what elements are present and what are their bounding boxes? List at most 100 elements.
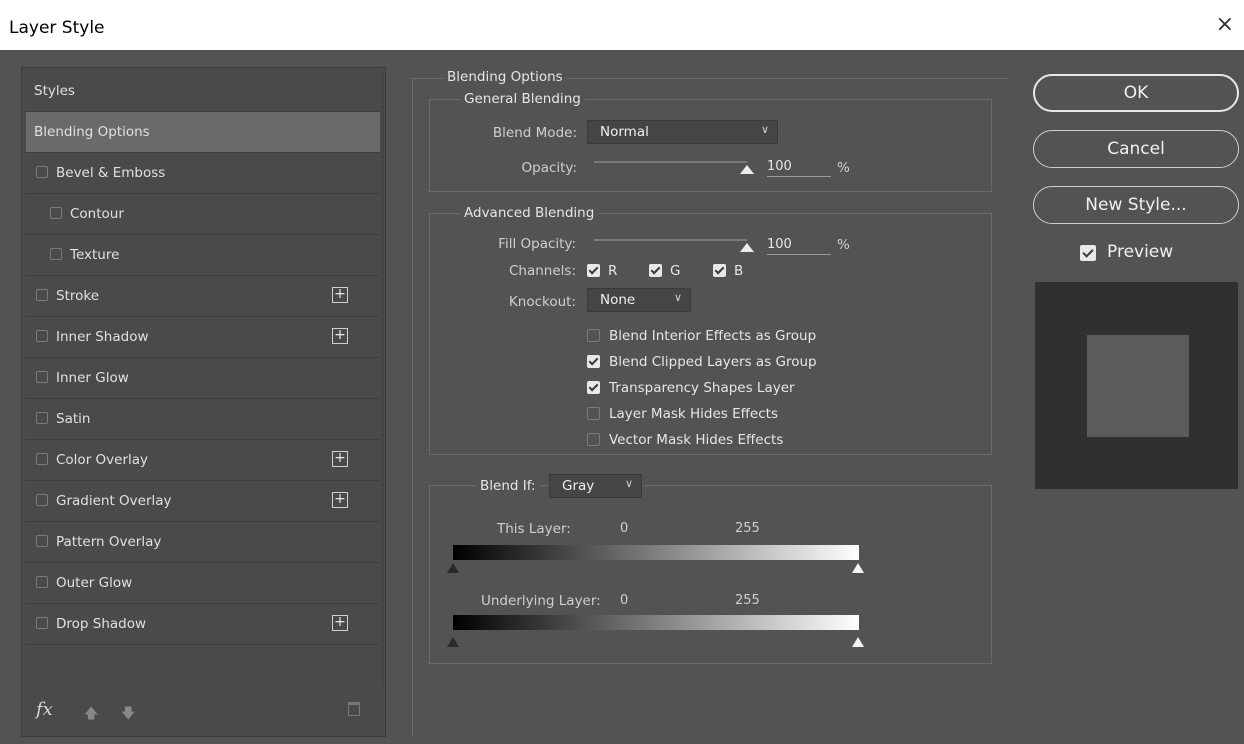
this-layer-black-stop[interactable]: [447, 563, 459, 573]
sidebar-item-drop-shadow[interactable]: Drop Shadow +: [26, 604, 380, 645]
sidebar-item-label: Color Overlay: [56, 452, 149, 468]
sidebar-item-satin[interactable]: Satin: [26, 399, 380, 440]
add-effect-icon[interactable]: +: [332, 615, 348, 631]
close-icon[interactable]: ×: [1216, 14, 1234, 36]
fill-opacity-input[interactable]: 100: [767, 237, 831, 255]
preview-swatch: [1087, 335, 1189, 437]
sidebar-item-checkbox[interactable]: [36, 166, 48, 178]
underlying-layer-gradient: [453, 615, 859, 630]
sidebar-item-label: Bevel & Emboss: [56, 165, 166, 181]
option-checkbox[interactable]: [587, 381, 600, 394]
sidebar-item-checkbox[interactable]: [36, 371, 48, 383]
channel-r-checkbox[interactable]: [587, 264, 600, 277]
opacity-input[interactable]: 100: [767, 159, 831, 177]
dialog-title: Layer Style: [9, 18, 105, 38]
underlying-layer-white-stop[interactable]: [852, 637, 864, 647]
sidebar-item-gradient-overlay[interactable]: Gradient Overlay +: [26, 481, 380, 522]
this-layer-low: 0: [620, 521, 629, 536]
blend-if-select[interactable]: Gray ∨: [549, 474, 642, 498]
sidebar-item-label: Styles: [34, 83, 75, 99]
channel-g-label: G: [670, 263, 681, 279]
opacity-slider-thumb[interactable]: [740, 165, 754, 174]
sidebar-item-styles[interactable]: Styles: [26, 71, 380, 112]
sidebar-item-label: Satin: [56, 411, 91, 427]
add-effect-icon[interactable]: +: [332, 328, 348, 344]
channel-b-label: B: [734, 263, 744, 279]
styles-footer: fx 🡅 🡇: [22, 688, 385, 736]
sidebar-item-checkbox[interactable]: [36, 289, 48, 301]
fx-icon[interactable]: fx: [36, 699, 53, 720]
fill-opacity-label: Fill Opacity:: [498, 236, 576, 252]
option-label: Transparency Shapes Layer: [609, 380, 795, 396]
sidebar-item-contour[interactable]: Contour: [26, 194, 380, 235]
sidebar-item-inner-glow[interactable]: Inner Glow: [26, 358, 380, 399]
knockout-select[interactable]: None ∨: [587, 288, 691, 312]
blend-mode-select[interactable]: Normal ∨: [587, 120, 778, 144]
chevron-down-icon: ∨: [760, 123, 769, 136]
sidebar-item-checkbox[interactable]: [36, 535, 48, 547]
sidebar-item-texture[interactable]: Texture: [26, 235, 380, 276]
cancel-button[interactable]: Cancel: [1033, 130, 1239, 168]
style-preview: [1035, 282, 1238, 489]
opacity-label: Opacity:: [521, 160, 578, 176]
sidebar-item-label: Texture: [70, 247, 120, 263]
opacity-slider[interactable]: [594, 161, 747, 163]
this-layer-high: 255: [735, 521, 760, 536]
sidebar-item-bevel-emboss[interactable]: Bevel & Emboss: [26, 153, 380, 194]
underlying-layer-high: 255: [735, 593, 760, 608]
blend-if-label: Blend If:: [476, 478, 540, 494]
new-style-button[interactable]: New Style...: [1033, 186, 1239, 224]
blend-mode-label: Blend Mode:: [492, 125, 577, 141]
underlying-layer-black-stop[interactable]: [447, 637, 459, 647]
move-up-icon[interactable]: 🡅: [84, 703, 98, 727]
sidebar-item-blending-options[interactable]: Blending Options: [26, 112, 380, 153]
title-bar: Layer Style ×: [0, 0, 1244, 50]
option-checkbox[interactable]: [587, 407, 600, 420]
preview-checkbox[interactable]: [1080, 245, 1096, 261]
option-label: Vector Mask Hides Effects: [609, 432, 784, 448]
styles-scrollbar[interactable]: [382, 71, 384, 686]
knockout-value: None: [600, 292, 636, 308]
general-blending-title: General Blending: [460, 91, 585, 107]
fill-opacity-slider[interactable]: [594, 239, 747, 241]
ok-button[interactable]: OK: [1033, 74, 1239, 112]
styles-panel: Styles Blending Options Bevel & Emboss Cont…: [21, 67, 386, 737]
option-checkbox[interactable]: [587, 355, 600, 368]
this-layer-label: This Layer:: [497, 521, 571, 537]
channel-b-checkbox[interactable]: [713, 264, 726, 277]
sidebar-item-label: Drop Shadow: [56, 616, 147, 632]
sidebar-item-checkbox[interactable]: [50, 248, 62, 260]
add-effect-icon[interactable]: +: [332, 451, 348, 467]
sidebar-item-checkbox[interactable]: [36, 453, 48, 465]
sidebar-item-checkbox[interactable]: [36, 494, 48, 506]
sidebar-item-outer-glow[interactable]: Outer Glow: [26, 563, 380, 604]
sidebar-item-checkbox[interactable]: [36, 576, 48, 588]
sidebar-item-label: Blending Options: [34, 124, 150, 140]
advanced-blending-title: Advanced Blending: [460, 205, 599, 221]
sidebar-item-inner-shadow[interactable]: Inner Shadow +: [26, 317, 380, 358]
sidebar-item-label: Stroke: [56, 288, 100, 304]
blend-if-group: [429, 485, 992, 664]
sidebar-item-checkbox[interactable]: [36, 617, 48, 629]
sidebar-item-checkbox[interactable]: [50, 207, 62, 219]
sidebar-item-stroke[interactable]: Stroke +: [26, 276, 380, 317]
option-checkbox[interactable]: [587, 329, 600, 342]
trash-icon[interactable]: [348, 702, 360, 716]
channel-g-checkbox[interactable]: [649, 264, 662, 277]
knockout-label: Knockout:: [508, 294, 576, 310]
this-layer-white-stop[interactable]: [852, 563, 864, 573]
move-down-icon[interactable]: 🡇: [121, 703, 135, 727]
sidebar-item-color-overlay[interactable]: Color Overlay +: [26, 440, 380, 481]
chevron-down-icon: ∨: [624, 477, 633, 490]
fill-opacity-slider-thumb[interactable]: [740, 243, 754, 252]
sidebar-item-pattern-overlay[interactable]: Pattern Overlay: [26, 522, 380, 563]
sidebar-item-label: Gradient Overlay: [56, 493, 172, 509]
channel-r-label: R: [608, 263, 618, 279]
opacity-percent: %: [837, 160, 850, 176]
option-checkbox[interactable]: [587, 433, 600, 446]
add-effect-icon[interactable]: +: [332, 492, 348, 508]
sidebar-item-checkbox[interactable]: [36, 330, 48, 342]
add-effect-icon[interactable]: +: [332, 287, 348, 303]
sidebar-item-checkbox[interactable]: [36, 412, 48, 424]
sidebar-item-label: Contour: [70, 206, 124, 222]
